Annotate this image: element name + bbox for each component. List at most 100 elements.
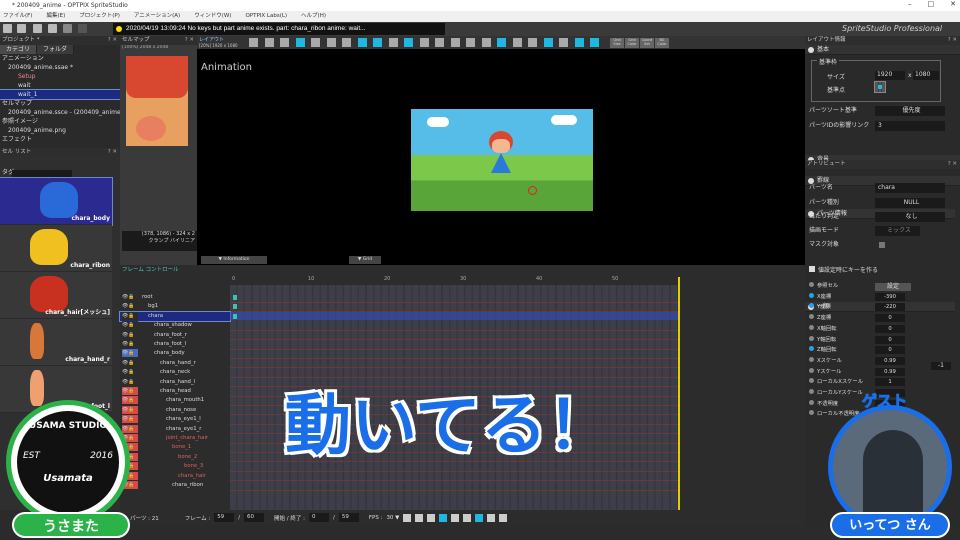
coord-set-button[interactable]: Coord Set	[640, 38, 654, 48]
menu-item[interactable]: OPTPIX Labs(L)	[245, 11, 287, 22]
visibility-lock-icon[interactable]: 👁🔒	[122, 424, 138, 433]
part-row[interactable]: 👁🔒bone_1	[120, 443, 230, 452]
part-row[interactable]: 👁🔒 chara_foot_r	[120, 330, 230, 340]
project-tree-item[interactable]: 200409_anime.ssce - (200409_anime.png)	[0, 108, 136, 117]
zoom-in-icon[interactable]	[487, 513, 496, 522]
bone-tool-icon[interactable]	[466, 38, 475, 47]
link-input[interactable]: 3	[875, 121, 945, 131]
dots-tool-icon[interactable]	[435, 38, 444, 47]
open-folder-icon[interactable]	[17, 24, 26, 33]
scale-tool-icon[interactable]	[497, 38, 506, 47]
attribute-value-input[interactable]: 0.99	[875, 356, 905, 365]
rect-tool-icon[interactable]	[404, 38, 413, 47]
new-file-icon[interactable]	[3, 24, 12, 33]
total-frames-input[interactable]: 60	[244, 513, 265, 522]
part-name-input[interactable]: chara	[875, 183, 945, 193]
part-row[interactable]: 👁🔒 chara	[119, 310, 231, 322]
frame-tool-icon[interactable]	[357, 38, 367, 47]
part-row[interactable]: 👁🔒 root	[120, 293, 230, 302]
width-input[interactable]: 1920	[875, 71, 905, 80]
step-tool-icon[interactable]	[450, 38, 460, 47]
slope-tool-icon[interactable]	[528, 38, 537, 47]
bg-color-button[interactable]: BG Color	[655, 38, 669, 48]
attribute-value-input[interactable]: 0	[875, 314, 905, 323]
next-frame-icon[interactable]	[451, 513, 460, 522]
height-input[interactable]: 1080	[913, 71, 939, 80]
play-icon[interactable]	[439, 513, 448, 522]
project-tree-item[interactable]: wait_1	[0, 89, 121, 100]
part-row[interactable]: 👁🔒 chara_neck	[120, 368, 230, 377]
attribute-value-input[interactable]: 0	[875, 346, 905, 355]
redo-icon[interactable]	[78, 24, 87, 33]
menu-item[interactable]: ヘルプ(H)	[301, 11, 326, 22]
project-tree-item[interactable]: wait	[0, 81, 120, 90]
part-row[interactable]: 👁🔒 bg1	[120, 302, 230, 311]
visibility-lock-icon[interactable]: 👁🔒	[122, 387, 138, 395]
zoom-in-tool-icon[interactable]	[264, 38, 274, 47]
sort-select[interactable]: 優先度	[875, 106, 945, 116]
visibility-lock-icon[interactable]: 👁🔒	[122, 321, 138, 330]
visibility-lock-icon[interactable]: 👁🔒	[122, 396, 138, 405]
visibility-lock-icon[interactable]: 👁🔒	[122, 302, 138, 311]
cell-item[interactable]: chara_hair[メッシュ]	[0, 272, 112, 319]
grid-tool-icon[interactable]	[295, 38, 305, 47]
menu-item[interactable]: 編集(E)	[46, 11, 65, 22]
layout-viewport[interactable]: レイアウト [20%] 1920 x 1080 Animation ▼ Info…	[197, 36, 805, 265]
project-tree-item[interactable]: エフェクト	[0, 135, 120, 144]
bars-tool-icon[interactable]	[326, 38, 336, 47]
part-row[interactable]: 👁🔒 chara_shadow	[120, 321, 230, 330]
tag-filter-input[interactable]	[12, 170, 72, 177]
end-frame-input[interactable]: 59	[338, 513, 359, 522]
part-row[interactable]: 👁🔒 chara_foot_l	[120, 340, 230, 349]
ruler-tool-icon[interactable]	[311, 38, 320, 47]
prev-frame-icon[interactable]	[415, 513, 424, 522]
menu-item[interactable]: ファイル(F)	[3, 11, 32, 22]
cell-item[interactable]: chara_ribon	[0, 225, 112, 272]
project-tree-item[interactable]: アニメーション	[0, 54, 120, 63]
cell-tool-icon[interactable]	[388, 38, 398, 47]
maximize-button[interactable]: □	[928, 0, 935, 11]
project-tree-item[interactable]: Setup	[0, 72, 120, 81]
scene-preview[interactable]	[411, 109, 593, 211]
part-row[interactable]: 👁🔒 chara_head	[120, 387, 230, 396]
project-tree-item[interactable]: 200409_anime.ssae *	[0, 63, 120, 72]
project-tree-item[interactable]: セルマップ	[0, 99, 120, 108]
attribute-value-input[interactable]: -220	[875, 303, 905, 312]
cellmap-canvas[interactable]	[126, 56, 188, 146]
minimize-button[interactable]: –	[908, 0, 912, 11]
attribute-value-input[interactable]: -390	[875, 292, 905, 301]
visibility-lock-icon[interactable]: 👁🔒	[122, 377, 138, 386]
height-tool-icon[interactable]	[342, 38, 351, 47]
part-row[interactable]: 👁🔒bone_2	[120, 452, 230, 462]
visibility-lock-icon[interactable]: 👁🔒	[122, 349, 138, 358]
part-row[interactable]: 👁🔒 chara_body	[120, 349, 230, 358]
grid-toggle[interactable]: ▼ Grid	[349, 256, 381, 264]
mask-checkbox[interactable]	[879, 242, 885, 248]
tab-folder[interactable]: フォルダ	[37, 45, 75, 54]
information-toggle[interactable]: ▼ Information	[201, 256, 267, 264]
cell-item[interactable]: chara_hand_r	[0, 319, 112, 366]
grid-size-button[interactable]: Grid Size	[610, 38, 624, 48]
part-row[interactable]: 👁🔒 chara_ribon	[120, 481, 230, 490]
grid-color-button[interactable]: Grid Color	[625, 38, 639, 48]
current-frame-input[interactable]: 59	[214, 513, 235, 522]
part-row[interactable]: 👁🔒 chara_nose	[120, 405, 230, 415]
visibility-lock-icon[interactable]: 👁🔒	[122, 330, 138, 339]
zoom-out-icon[interactable]	[499, 513, 508, 522]
menu-item[interactable]: プロジェクト(P)	[79, 11, 120, 22]
last-frame-icon[interactable]	[463, 513, 472, 522]
project-tree-item[interactable]: 参照イメージ	[0, 117, 120, 126]
house-tool-icon[interactable]	[559, 38, 568, 47]
visibility-lock-icon[interactable]: 👁🔒	[122, 293, 138, 301]
menu-item[interactable]: アニメーション(A)	[134, 11, 180, 22]
mountain-tool-icon[interactable]	[543, 38, 553, 47]
keyframe-marker[interactable]	[233, 313, 237, 319]
part-row[interactable]: 👁🔒 chara_eye1_l	[120, 415, 230, 424]
attribute-value-input[interactable]: 0	[875, 324, 905, 333]
person-tool-icon[interactable]	[373, 38, 382, 47]
visibility-lock-icon[interactable]: 👁🔒	[122, 311, 138, 320]
visibility-lock-icon[interactable]: 👁🔒	[122, 415, 138, 424]
part-row[interactable]: 👁🔒 joint_chara_hair	[120, 434, 230, 443]
playhead[interactable]	[678, 277, 680, 510]
close-button[interactable]: ✕	[950, 0, 956, 11]
